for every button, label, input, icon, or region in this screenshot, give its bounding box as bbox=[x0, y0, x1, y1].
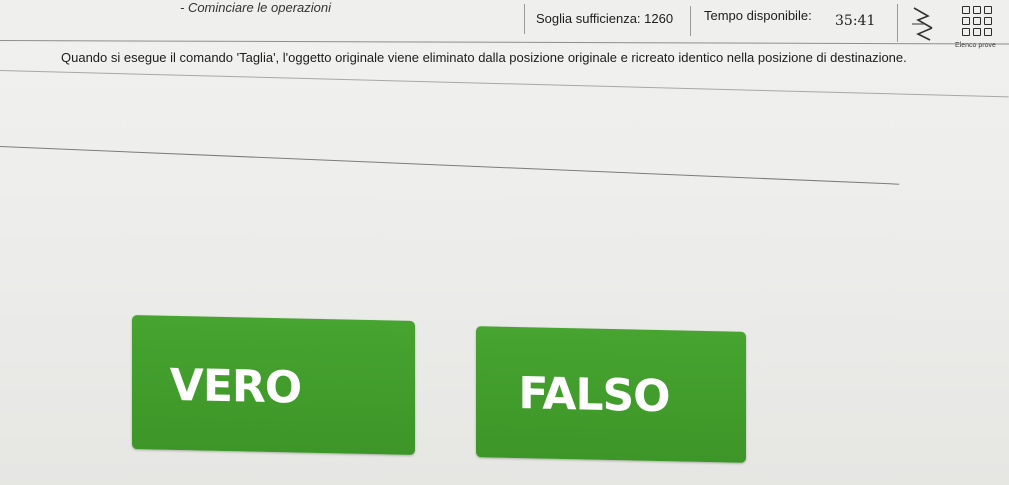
time-available-label: Tempo disponibile: bbox=[704, 8, 812, 23]
header-divider bbox=[897, 4, 898, 42]
grid-cell bbox=[973, 17, 981, 25]
header-divider bbox=[690, 6, 691, 36]
true-button[interactable]: VERO bbox=[132, 315, 415, 455]
question-rule bbox=[0, 70, 1009, 98]
false-button[interactable]: FALSO bbox=[476, 326, 746, 463]
quiz-screen: - Cominciare le operazioni Soglia suffic… bbox=[0, 0, 1009, 485]
grid-cell bbox=[962, 6, 970, 14]
start-operations-label: - Cominciare le operazioni bbox=[180, 0, 332, 15]
grid-cell bbox=[984, 28, 992, 36]
grid-cell bbox=[962, 17, 970, 25]
grid-cell bbox=[973, 6, 981, 14]
grid-cell bbox=[984, 17, 992, 25]
true-button-label: VERO bbox=[169, 359, 302, 414]
grid-cell bbox=[962, 28, 970, 36]
question-text: Quando si esegue il comando 'Taglia', l'… bbox=[61, 50, 907, 65]
grid-cell bbox=[984, 6, 992, 14]
grid-cell bbox=[973, 28, 981, 36]
question-separator bbox=[0, 146, 900, 185]
false-button-label: FALSO bbox=[518, 368, 670, 423]
header-divider bbox=[524, 4, 525, 34]
navigation-arrows-icon[interactable] bbox=[906, 4, 940, 44]
grid-list-icon[interactable] bbox=[962, 6, 992, 38]
